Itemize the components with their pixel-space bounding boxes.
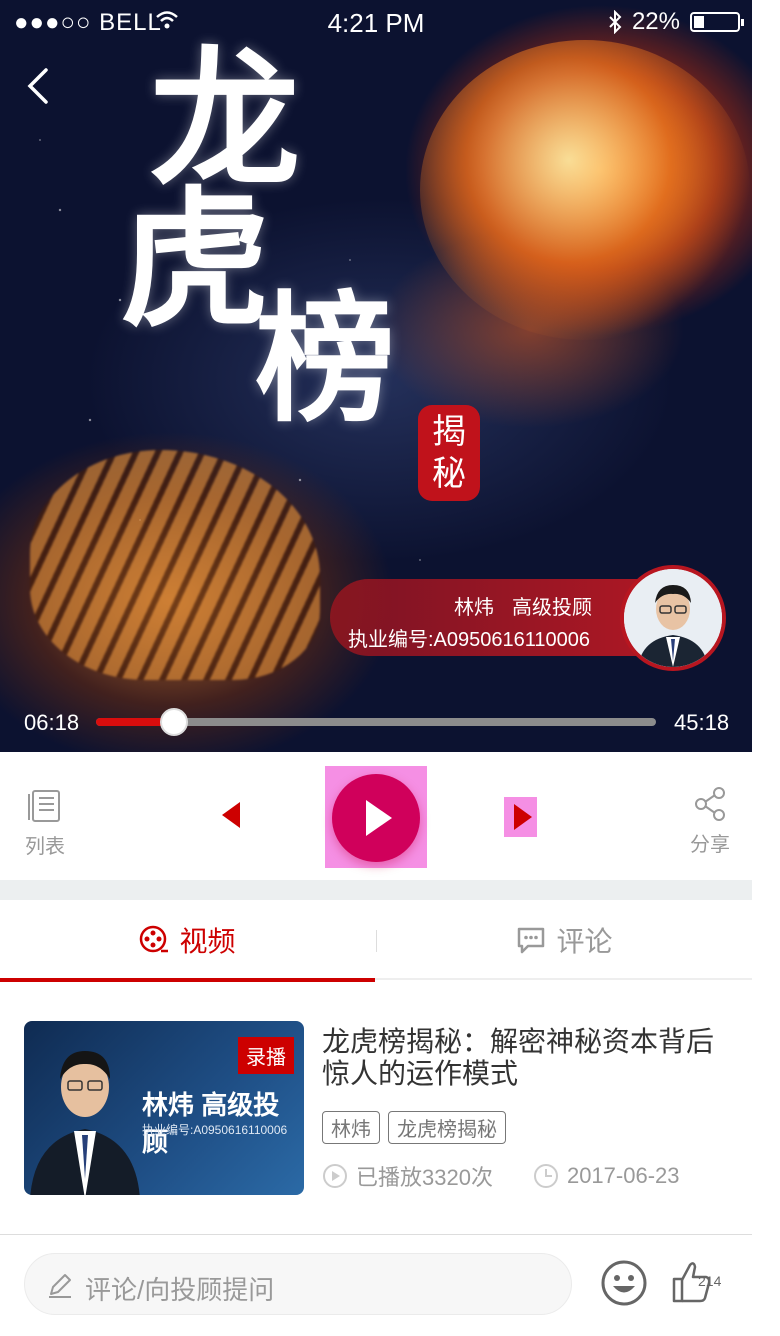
play-count-icon	[323, 1164, 347, 1188]
playlist-button[interactable]: 列表	[24, 788, 66, 859]
previous-button[interactable]	[222, 802, 240, 828]
advisor-license: 执业编号:A0950616110006	[348, 629, 591, 651]
seal-stamp: 揭 秘	[418, 405, 480, 501]
list-label: 列表	[25, 836, 65, 858]
playback-controls: 列表 分享	[0, 752, 752, 880]
tag-series[interactable]: 龙虎榜揭秘	[388, 1111, 506, 1144]
tab-video[interactable]: 视频	[0, 900, 375, 982]
status-bar: ●●●○○ BELL 4:21 PM 22%	[0, 0, 752, 44]
tab-video-label: 视频	[179, 926, 236, 957]
status-right: 22%	[608, 8, 744, 36]
advisor-role: 高级投顾	[512, 597, 592, 619]
emoji-icon[interactable]	[600, 1259, 648, 1307]
recorded-badge: 录播	[238, 1037, 294, 1074]
film-reel-icon	[139, 925, 169, 955]
tab-bar: 视频 评论	[0, 900, 752, 982]
play-count: 已播放3320次	[322, 1160, 493, 1192]
section-gap	[0, 880, 752, 900]
progress-knob[interactable]	[160, 708, 188, 736]
person-portrait-icon	[624, 569, 722, 667]
tag-list: 林炜 龙虎榜揭秘	[322, 1111, 506, 1144]
comment-icon	[516, 925, 546, 955]
play-button[interactable]	[332, 774, 420, 862]
current-time: 06:18	[24, 710, 80, 735]
video-title[interactable]: 龙虎榜揭秘：解密神秘资本背后惊人的运作模式	[322, 1026, 734, 1090]
poster-title: 龙 虎 榜	[120, 45, 395, 430]
seal-char: 揭	[432, 412, 466, 452]
publish-date-text: 2017-06-23	[566, 1163, 680, 1188]
share-label: 分享	[690, 834, 730, 856]
video-meta: 已播放3320次 2017-06-23	[322, 1160, 680, 1192]
tab-comments-label: 评论	[556, 926, 613, 957]
video-detail-page: { "status_bar": {"carrier": "●●●○○ BELL"…	[0, 0, 780, 1336]
bluetooth-icon	[609, 10, 622, 34]
list-icon	[28, 790, 60, 822]
like-count: 214	[698, 1273, 722, 1289]
pencil-icon	[49, 1274, 71, 1298]
video-thumbnail[interactable]: 录播 林炜 高级投顾 执业编号:A0950616110006	[24, 1021, 304, 1195]
share-button[interactable]: 分享	[686, 786, 734, 857]
comment-bar: 评论/向投顾提问 214	[0, 1235, 752, 1335]
publish-date: 2017-06-23	[533, 1163, 680, 1189]
battery-percent: 22%	[631, 8, 680, 35]
clock-icon	[533, 1164, 558, 1188]
advisor-name: 林炜	[454, 597, 494, 619]
comment-input[interactable]: 评论/向投顾提问	[24, 1253, 572, 1315]
comment-placeholder: 评论/向投顾提问	[85, 1275, 275, 1305]
seal-char: 秘	[432, 454, 466, 494]
tag-advisor[interactable]: 林炜	[322, 1111, 380, 1144]
advisor-avatar[interactable]	[620, 565, 726, 671]
advisor-photo-icon	[30, 1051, 140, 1195]
poster-title-char: 榜	[255, 278, 396, 442]
back-arrow-icon[interactable]	[22, 66, 52, 106]
next-button[interactable]	[514, 804, 532, 830]
advisor-line: 林炜 高级投顾	[454, 591, 592, 620]
video-card[interactable]: 录播 林炜 高级投顾 执业编号:A0950616110006 龙虎榜揭秘：解密神…	[0, 982, 752, 1234]
dragon-art	[420, 40, 750, 340]
thumb-license: 执业编号:A0950616110006	[142, 1123, 288, 1137]
share-icon	[695, 787, 725, 821]
play-count-text: 已播放3320次	[356, 1165, 493, 1190]
battery-icon	[690, 12, 744, 32]
tab-comments[interactable]: 评论	[377, 900, 752, 980]
total-time: 45:18	[674, 710, 730, 735]
video-player[interactable]: 龙 虎 榜 揭 秘 ●●●○○ BELL 4:21 PM 22% 林炜高级投顾	[0, 0, 752, 752]
